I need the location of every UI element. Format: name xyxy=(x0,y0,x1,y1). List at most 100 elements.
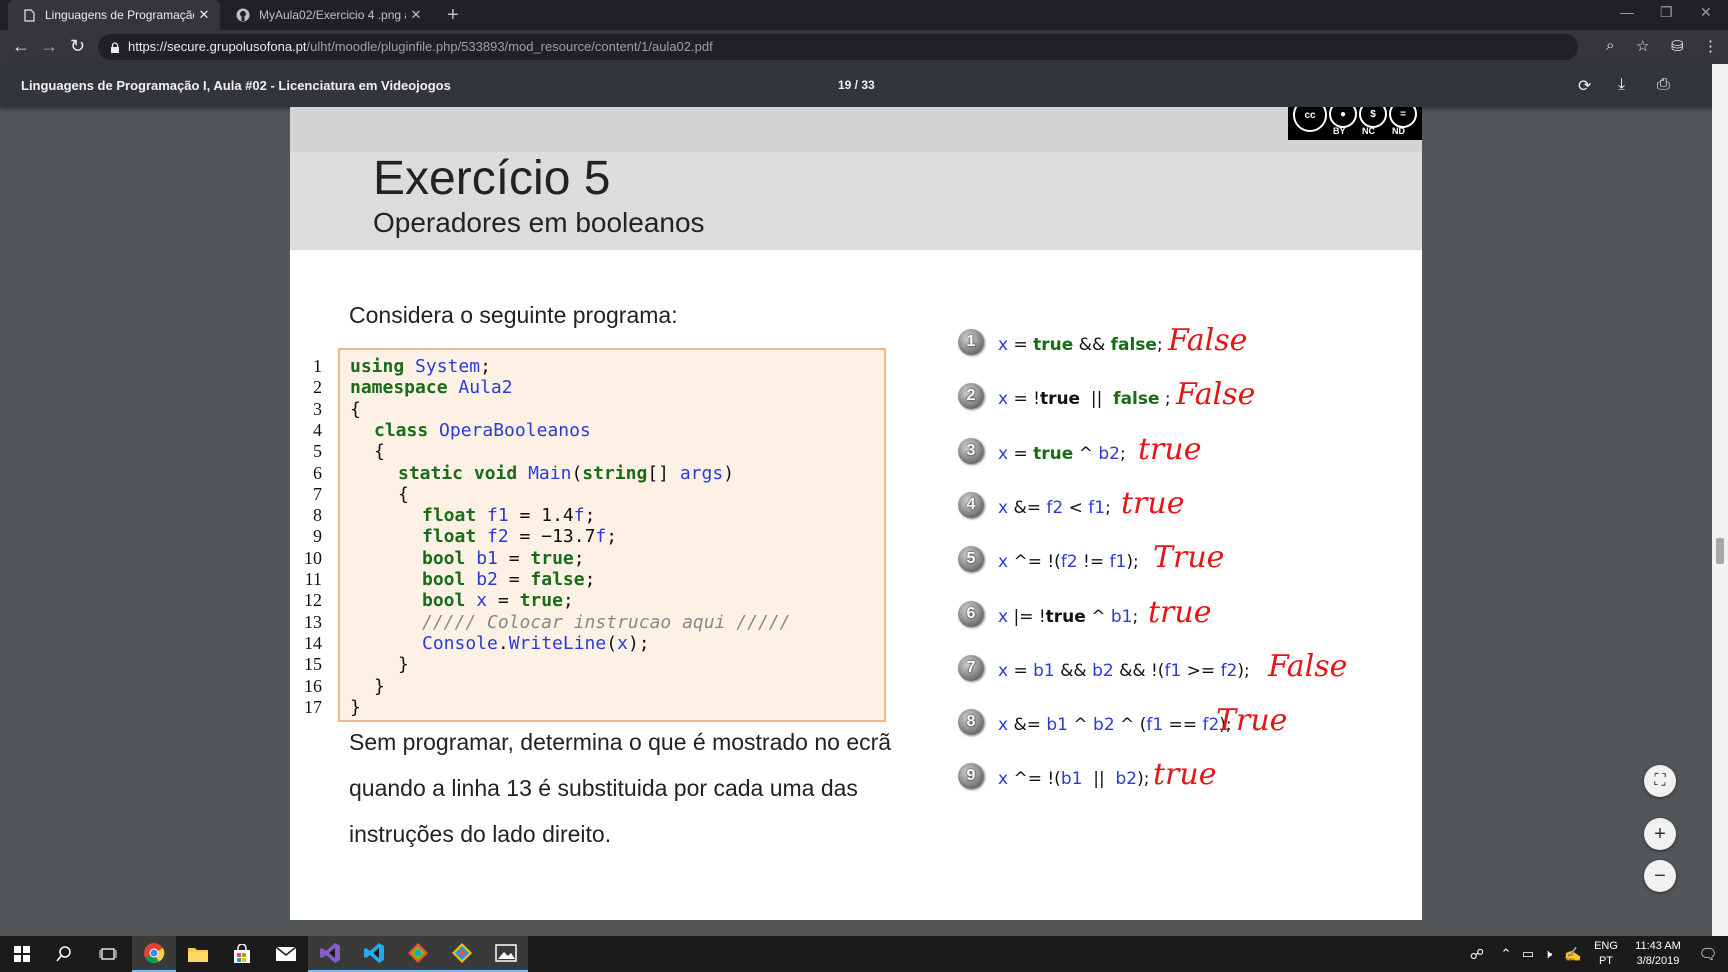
mail-icon[interactable] xyxy=(264,936,308,972)
vscode-icon[interactable] xyxy=(352,936,396,972)
expression-token: || xyxy=(1080,389,1114,410)
expression-token: ; xyxy=(1105,497,1111,518)
print-icon[interactable]: ⎙ xyxy=(1657,76,1670,94)
exercise-expression: x |= !true ^ b1; xyxy=(998,607,1138,627)
file-explorer-icon[interactable] xyxy=(176,936,220,972)
back-icon[interactable]: ← xyxy=(12,36,30,57)
exercise-number-badge: 2 xyxy=(958,383,984,410)
code-line: 7{ xyxy=(313,484,409,506)
expression-token: ; xyxy=(1156,335,1163,355)
start-windows-icon[interactable] xyxy=(0,936,44,972)
page-indicator: 19 / 33 xyxy=(838,78,875,92)
expression-token: ^ xyxy=(1067,715,1094,736)
show-hidden-icons-icon[interactable]: ⌃ xyxy=(1496,936,1516,972)
slide-title: Exercício 5 xyxy=(373,152,611,205)
tab-pdf[interactable]: Linguagens de Programação I, Au ✕ xyxy=(8,0,220,30)
restore-icon[interactable]: ❐ xyxy=(1660,4,1673,21)
code-token: } xyxy=(398,654,409,676)
code-token: WriteLine xyxy=(508,632,607,654)
code-token: false xyxy=(530,569,585,590)
expression-token: ; xyxy=(1159,389,1171,410)
close-tab-icon[interactable]: ✕ xyxy=(406,7,426,23)
handwritten-answer: True xyxy=(1216,703,1288,739)
exercise-number-badge: 3 xyxy=(958,437,984,464)
git-gui-icon[interactable] xyxy=(440,936,484,972)
code-token: = xyxy=(497,547,531,569)
expression-token: true xyxy=(1039,389,1081,410)
network-icon[interactable]: ▭ xyxy=(1518,936,1538,972)
reload-icon[interactable]: ↻ xyxy=(70,36,85,57)
expression-token: >= xyxy=(1181,660,1221,681)
pdf-page: cc ● $ = BY NC ND Exercício 5 Operadores… xyxy=(290,107,1422,920)
code-token: f xyxy=(595,526,607,548)
code-token: ( xyxy=(606,632,618,654)
rotate-icon[interactable]: ⟳ xyxy=(1578,76,1591,96)
pen-icon[interactable]: ✍ xyxy=(1562,936,1584,972)
code-token: ; xyxy=(573,547,585,569)
tab-github[interactable]: MyAula02/Exercicio 4 .png at ma ✕ xyxy=(222,0,432,30)
menu-icon[interactable]: ⋮ xyxy=(1703,37,1718,55)
cc-icon: cc xyxy=(1293,107,1327,132)
volume-muted-icon[interactable]: 🕨 xyxy=(1538,936,1558,972)
close-tab-icon[interactable]: ✕ xyxy=(194,7,214,23)
code-line: 6 static void Main(string[] args) xyxy=(313,462,734,485)
visual-studio-icon[interactable] xyxy=(308,936,352,972)
store-icon[interactable] xyxy=(220,936,264,972)
exercise-number-badge: 8 xyxy=(958,709,984,736)
minimize-icon[interactable]: — xyxy=(1620,4,1634,20)
zoom-in-button[interactable]: + xyxy=(1644,818,1676,850)
exercise-number: 5 xyxy=(966,550,976,568)
photos-icon[interactable] xyxy=(484,936,528,972)
download-icon[interactable]: ⤓ xyxy=(1618,76,1625,94)
expression-token: ^ xyxy=(1073,443,1099,464)
expression-token: = xyxy=(1008,335,1034,355)
search-icon[interactable] xyxy=(42,936,86,972)
code-line: 1 using System; xyxy=(313,356,491,378)
clock[interactable]: 11:43 AM 3/8/2019 xyxy=(1626,936,1690,972)
code-token: bool xyxy=(422,547,466,569)
zoom-icon[interactable]: ⌕ xyxy=(1606,37,1614,54)
notifications-icon[interactable]: 🗨 xyxy=(1690,936,1726,972)
forward-icon[interactable]: → xyxy=(40,36,58,57)
fit-page-button[interactable]: ⛶ xyxy=(1644,765,1676,797)
license-by: BY xyxy=(1333,126,1346,136)
handwritten-answer: False xyxy=(1168,323,1248,358)
expression-token: != xyxy=(1077,552,1110,573)
tab-strip: Linguagens de Programação I, Au ✕ MyAula… xyxy=(0,0,1728,30)
scrollbar-thumb[interactable] xyxy=(1716,538,1724,564)
exercise-number-badge: 7 xyxy=(958,654,984,681)
address-bar[interactable]: https://secure.grupolusofona.pt/ulht/moo… xyxy=(98,34,1578,60)
language-indicator[interactable]: ENG PT xyxy=(1588,936,1624,972)
clock-date: 3/8/2019 xyxy=(1636,955,1680,967)
expression-token: ); xyxy=(1137,769,1150,790)
gitkraken-icon[interactable] xyxy=(396,936,440,972)
bookmark-star-icon[interactable]: ☆ xyxy=(1636,37,1649,55)
extension-icon[interactable]: ⛁ xyxy=(1671,37,1684,55)
code-token: = 1.4 xyxy=(508,505,574,527)
people-icon[interactable]: ☍ xyxy=(1464,936,1490,972)
code-listing: 1 using System; 2 namespace Aula2 3{4 class O… xyxy=(304,348,886,722)
code-line: 5{ xyxy=(313,441,385,463)
code-token: System xyxy=(415,356,481,377)
expression-token: &= xyxy=(1008,715,1047,736)
task-view-icon[interactable] xyxy=(86,936,130,972)
code-token: ; xyxy=(606,526,618,548)
expression-token: true xyxy=(1045,606,1086,627)
vertical-scrollbar[interactable] xyxy=(1712,64,1728,936)
code-line: 16} xyxy=(304,675,385,698)
region-code: PT xyxy=(1598,955,1614,967)
expression-token: f2 xyxy=(1220,660,1238,681)
code-token: args xyxy=(679,462,724,484)
handwritten-answer: true xyxy=(1153,757,1217,793)
expression-token: ^= !( xyxy=(1008,769,1061,790)
zoom-out-button[interactable]: − xyxy=(1644,860,1676,892)
expression-token: b2 xyxy=(1115,769,1138,790)
code-token: } xyxy=(374,675,385,697)
code-token: bool xyxy=(422,590,466,612)
handwritten-answer: true xyxy=(1148,594,1212,630)
chrome-icon[interactable] xyxy=(132,936,176,972)
close-window-icon[interactable]: ✕ xyxy=(1700,4,1712,21)
new-tab-button[interactable]: + xyxy=(447,4,459,27)
